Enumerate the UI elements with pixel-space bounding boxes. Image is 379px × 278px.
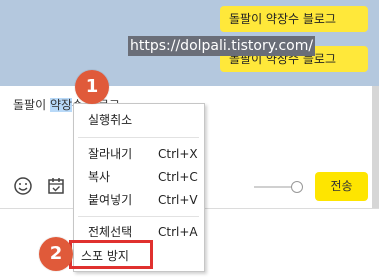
selected-text: 약장 (49, 98, 73, 112)
step-badge-2: 2 (39, 237, 73, 271)
scrollbar[interactable] (372, 86, 379, 208)
chat-area: 돌팔이 약장수 블로그 돌팔이 약장수 블로그 https://dolpali.… (0, 0, 379, 86)
opacity-slider-knob[interactable] (291, 181, 303, 193)
highlight-box (69, 240, 153, 269)
step-badge-1: 1 (75, 70, 109, 104)
message-bubble[interactable]: 돌팔이 약장수 블로그 (220, 6, 368, 32)
calendar-icon[interactable] (46, 176, 66, 196)
text-prefix: 돌팔이 (13, 98, 50, 112)
selected-url-text: https://dolpali.tistory.com/ (128, 36, 316, 56)
send-button[interactable]: 전송 (315, 172, 368, 201)
menu-separator (78, 137, 199, 138)
emoji-icon[interactable] (13, 176, 33, 196)
menu-separator (78, 216, 199, 217)
